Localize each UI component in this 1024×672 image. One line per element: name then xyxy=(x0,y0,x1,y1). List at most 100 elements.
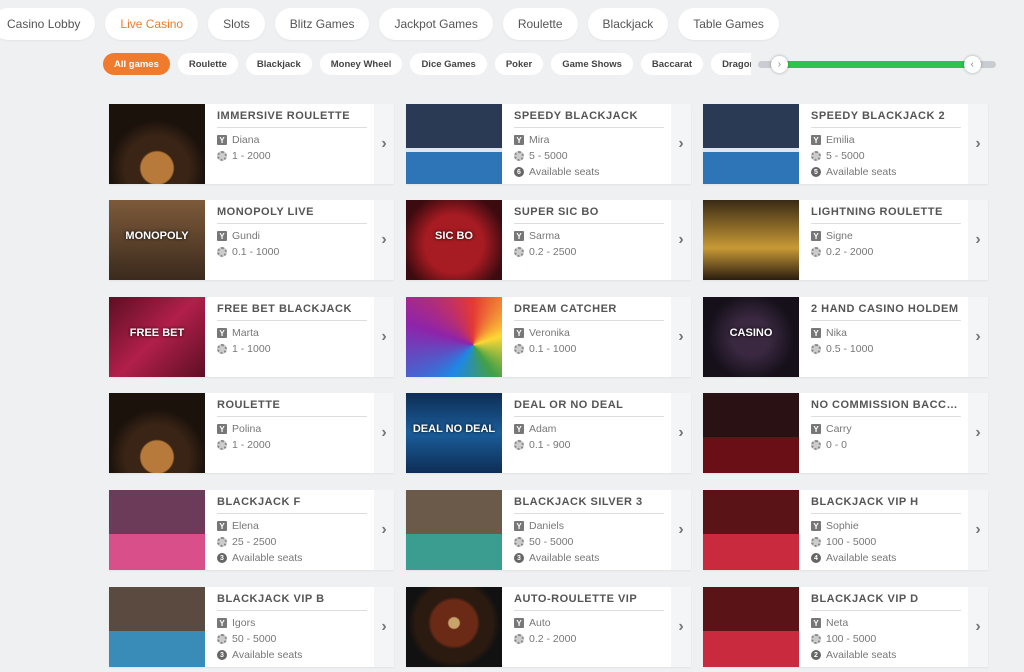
game-title: BLACKJACK F xyxy=(217,496,367,514)
game-card[interactable]: AUTO-ROULETTE VIP Y Auto 0.2 - 2000 › xyxy=(406,587,691,667)
available-seats-label: Available seats xyxy=(529,552,600,564)
chevron-right-icon[interactable]: › xyxy=(671,490,691,570)
chevron-right-icon[interactable]: › xyxy=(968,104,988,184)
bet-limits: 5 - 5000 xyxy=(529,150,568,162)
seats-row: 6 Available seats xyxy=(514,164,691,180)
game-card[interactable]: BLACKJACK F Y Elena 25 - 2500 3 Available sea… xyxy=(109,490,394,570)
chevron-right-icon[interactable]: › xyxy=(968,393,988,473)
game-thumbnail[interactable] xyxy=(703,393,799,473)
chevron-right-icon[interactable]: › xyxy=(968,587,988,667)
bet-limits: 0.2 - 2500 xyxy=(529,246,577,258)
chevron-right-icon[interactable]: › xyxy=(671,393,691,473)
chevron-right-icon[interactable]: › xyxy=(374,587,394,667)
game-thumbnail[interactable] xyxy=(109,587,205,667)
dealer-name: Mira xyxy=(529,134,550,146)
dealer-icon: Y xyxy=(514,231,524,241)
bet-limits: 50 - 5000 xyxy=(529,536,574,548)
game-card[interactable]: FREE BET FREE BET BLACKJACK Y Marta 1 - 1000… xyxy=(109,297,394,377)
chip-icon xyxy=(217,151,227,161)
chevron-right-icon[interactable]: › xyxy=(374,297,394,377)
chip-icon xyxy=(514,634,524,644)
chevron-right-icon[interactable]: › xyxy=(968,490,988,570)
chevron-right-icon[interactable]: › xyxy=(374,490,394,570)
game-card[interactable]: MONOPOLY MONOPOLY LIVE Y Gundi 0.1 - 1000 › xyxy=(109,200,394,280)
game-card[interactable]: NO COMMISSION BACCARAT Y Carry 0 - 0 › xyxy=(703,393,988,473)
game-thumbnail[interactable] xyxy=(406,490,502,570)
game-thumbnail[interactable] xyxy=(406,297,502,377)
game-thumbnail[interactable] xyxy=(109,490,205,570)
chevron-right-icon[interactable]: › xyxy=(374,200,394,280)
game-card[interactable]: SPEEDY BLACKJACK 2 Y Emilia 5 - 5000 5 Availa… xyxy=(703,104,988,184)
game-card[interactable]: SIC BO SUPER SIC BO Y Sarma 0.2 - 2500 › xyxy=(406,200,691,280)
chip-icon xyxy=(217,440,227,450)
game-info: SPEEDY BLACKJACK Y Mira 5 - 5000 6 Available … xyxy=(502,104,691,184)
slider-handle-right[interactable]: ‹ xyxy=(963,56,981,73)
game-thumbnail[interactable] xyxy=(109,393,205,473)
bet-limits: 5 - 5000 xyxy=(826,150,865,162)
chevron-right-icon[interactable]: › xyxy=(671,297,691,377)
game-card[interactable]: DEAL NO DEAL DEAL OR NO DEAL Y Adam 0.1 - 90… xyxy=(406,393,691,473)
game-thumbnail[interactable]: FREE BET xyxy=(109,297,205,377)
limits-row: 0.1 - 1000 xyxy=(217,244,394,260)
game-card[interactable]: CASINO 2 HAND CASINO HOLDEM Y Nika 0.5 - 100… xyxy=(703,297,988,377)
bet-limits: 1 - 1000 xyxy=(232,343,271,355)
nav-tab-blackjack[interactable]: Blackjack xyxy=(587,8,669,40)
filter-chip-money-wheel[interactable]: Money Wheel xyxy=(319,53,403,75)
dealer-row: Y Emilia xyxy=(811,132,988,148)
nav-tab-roulette[interactable]: Roulette xyxy=(502,8,578,40)
game-card[interactable]: BLACKJACK VIP H Y Sophie 100 - 5000 4 Availab… xyxy=(703,490,988,570)
filter-chip-game-shows[interactable]: Game Shows xyxy=(551,53,633,75)
chevron-right-icon[interactable]: › xyxy=(671,104,691,184)
game-card[interactable]: SPEEDY BLACKJACK Y Mira 5 - 5000 6 Available … xyxy=(406,104,691,184)
chevron-right-icon[interactable]: › xyxy=(671,587,691,667)
game-thumbnail[interactable] xyxy=(703,490,799,570)
chevron-right-icon[interactable]: › xyxy=(374,104,394,184)
game-thumbnail[interactable] xyxy=(703,587,799,667)
chevron-right-icon[interactable]: › xyxy=(968,297,988,377)
limits-row: 0.2 - 2000 xyxy=(514,631,691,647)
game-thumbnail[interactable]: MONOPOLY xyxy=(109,200,205,280)
nav-tab-jackpot-games[interactable]: Jackpot Games xyxy=(379,8,493,40)
dealer-icon: Y xyxy=(217,521,227,531)
filter-chip-dice-games[interactable]: Dice Games xyxy=(410,53,487,75)
game-thumbnail[interactable]: DEAL NO DEAL xyxy=(406,393,502,473)
dealer-icon: Y xyxy=(811,328,821,338)
filter-chip-baccarat[interactable]: Baccarat xyxy=(640,53,704,75)
chevron-right-icon[interactable]: › xyxy=(671,200,691,280)
filter-chip-dragon-tiger[interactable]: Dragon Tiger xyxy=(711,53,751,75)
seats-row: 3 Available seats xyxy=(217,550,394,566)
chevron-right-icon[interactable]: › xyxy=(968,200,988,280)
range-slider[interactable]: › ‹ xyxy=(758,56,996,73)
game-thumbnail[interactable] xyxy=(406,104,502,184)
bet-limits: 25 - 2500 xyxy=(232,536,277,548)
game-thumbnail[interactable]: CASINO xyxy=(703,297,799,377)
limits-row: 0.5 - 1000 xyxy=(811,341,988,357)
available-seats-label: Available seats xyxy=(232,552,303,564)
filter-chip-poker[interactable]: Poker xyxy=(494,53,544,75)
slider-handle-left[interactable]: › xyxy=(770,56,788,73)
filter-chip-roulette[interactable]: Roulette xyxy=(177,53,238,75)
filter-chip-all-games[interactable]: All games xyxy=(103,53,170,75)
nav-tab-blitz-games[interactable]: Blitz Games xyxy=(274,8,370,40)
game-info: SUPER SIC BO Y Sarma 0.2 - 2500 › xyxy=(502,200,691,280)
game-card[interactable]: IMMERSIVE ROULETTE Y Diana 1 - 2000 › xyxy=(109,104,394,184)
game-thumbnail[interactable]: SIC BO xyxy=(406,200,502,280)
game-card[interactable]: DREAM CATCHER Y Veronika 0.1 - 1000 › xyxy=(406,297,691,377)
game-card[interactable]: LIGHTNING ROULETTE Y Signe 0.2 - 2000 › xyxy=(703,200,988,280)
filter-chip-blackjack[interactable]: Blackjack xyxy=(245,53,312,75)
game-thumbnail[interactable] xyxy=(703,200,799,280)
game-card[interactable]: ROULETTE Y Polina 1 - 2000 › xyxy=(109,393,394,473)
game-thumbnail[interactable] xyxy=(109,104,205,184)
limits-row: 0 - 0 xyxy=(811,437,988,453)
nav-tab-table-games[interactable]: Table Games xyxy=(678,8,779,40)
game-thumbnail[interactable] xyxy=(703,104,799,184)
chevron-right-icon[interactable]: › xyxy=(374,393,394,473)
game-card[interactable]: BLACKJACK VIP B Y Igors 50 - 5000 3 Available… xyxy=(109,587,394,667)
game-card[interactable]: BLACKJACK VIP D Y Neta 100 - 5000 2 Available… xyxy=(703,587,988,667)
game-thumbnail[interactable] xyxy=(406,587,502,667)
nav-tab-casino-lobby[interactable]: Casino Lobby xyxy=(0,8,96,40)
game-card[interactable]: BLACKJACK SILVER 3 Y Daniels 50 - 5000 3 Avai… xyxy=(406,490,691,570)
limits-row: 50 - 5000 xyxy=(514,534,691,550)
nav-tab-slots[interactable]: Slots xyxy=(208,8,265,40)
nav-tab-live-casino[interactable]: Live Casino xyxy=(105,8,199,40)
